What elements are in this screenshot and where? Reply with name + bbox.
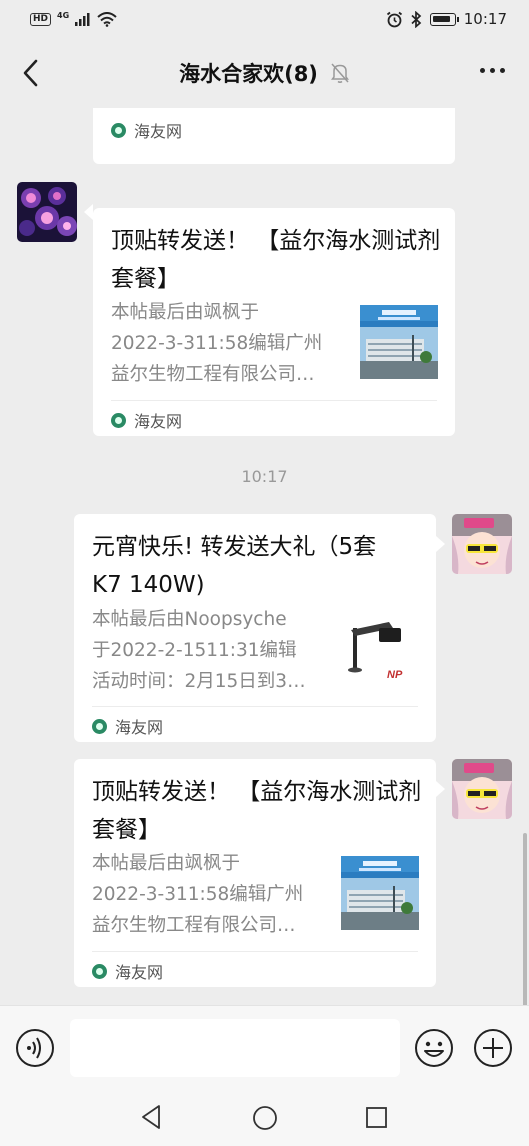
card-divider xyxy=(92,706,418,707)
battery-icon xyxy=(429,12,459,26)
chat-title[interactable]: 海水合家欢(8) xyxy=(179,58,318,88)
circle-home-icon[interactable] xyxy=(252,1105,278,1131)
avatar[interactable] xyxy=(452,759,512,819)
card-desc-line: 本帖最后由飒枫于 xyxy=(111,302,260,323)
plus-icon[interactable] xyxy=(473,1028,513,1068)
input-bar xyxy=(0,1005,529,1090)
status-time: 10:17 xyxy=(463,10,507,28)
card-title: 顶贴转发送！ 【益尔海水测试剂套餐】 xyxy=(111,228,441,292)
haiyou-logo-icon xyxy=(111,122,126,138)
timestamp: 10:17 xyxy=(241,467,288,486)
more-dots-icon[interactable] xyxy=(480,68,505,73)
haiyou-logo-icon xyxy=(111,412,126,428)
building-photo xyxy=(341,856,419,930)
card-desc: 本帖最后由飒枫于 2022-3-311:58编辑广州 益尔生物工程有限公司… xyxy=(111,297,347,390)
status-left: HD 4G xyxy=(30,10,117,27)
card-source: 海友网 xyxy=(92,714,163,738)
card-divider xyxy=(111,400,437,401)
source-label: 海友网 xyxy=(115,963,164,982)
status-bar: HD 4G 10:17 xyxy=(0,0,529,38)
chat-header: 海水合家欢(8) xyxy=(0,38,529,108)
aquarium-light-photo: NP xyxy=(341,614,419,688)
triangle-back-icon[interactable] xyxy=(140,1104,162,1130)
chevron-left-icon[interactable] xyxy=(16,56,46,90)
system-nav-bar xyxy=(0,1090,529,1146)
signal-icon xyxy=(75,12,90,26)
hd-badge: HD xyxy=(30,12,52,26)
network-type: 4G xyxy=(57,10,70,20)
source-label: 海友网 xyxy=(115,718,164,737)
link-card[interactable]: 顶贴转发送！ 【益尔海水测试剂套餐】 本帖最后由飒枫于 2022-3-311:5… xyxy=(93,208,455,436)
card-desc-line: 2022-3-311:58编辑广州 xyxy=(111,333,323,354)
alarm-icon xyxy=(386,11,402,27)
bluetooth-icon xyxy=(411,10,422,28)
card-title: 元宵快乐! 转发送大礼（5套 K7 140W) xyxy=(92,534,377,598)
source-label: 海友网 xyxy=(134,122,183,141)
avatar[interactable] xyxy=(452,514,512,574)
card-desc-line: 活动时间：2月15日到3… xyxy=(92,671,306,692)
bell-off-icon xyxy=(330,63,349,83)
emoji-icon[interactable] xyxy=(414,1028,454,1068)
bubble-arrow xyxy=(436,781,445,797)
avatar[interactable] xyxy=(17,182,77,242)
source-label: 海友网 xyxy=(134,412,183,431)
title-wrap: 海水合家欢(8) xyxy=(179,58,350,88)
haiyou-logo-icon xyxy=(92,963,107,979)
card-desc-line: 益尔生物工程有限公司… xyxy=(92,915,296,936)
card-desc-line: 于2022-2-1511:31编辑 xyxy=(92,640,297,661)
wifi-icon xyxy=(97,11,117,27)
bubble-arrow xyxy=(84,204,93,220)
message-input[interactable] xyxy=(70,1019,400,1077)
building-photo xyxy=(360,305,438,379)
card-desc: 本帖最后由飒枫于 2022-3-311:58编辑广州 益尔生物工程有限公司… xyxy=(92,848,328,941)
anime-avatar-icon xyxy=(452,759,512,819)
card-source: 海友网 xyxy=(92,959,163,983)
thumb-brand-text: NP xyxy=(387,669,403,681)
link-card[interactable]: 元宵快乐! 转发送大礼（5套 K7 140W) 本帖最后由Noopsyche 于… xyxy=(74,514,436,742)
bubble-arrow xyxy=(436,536,445,552)
card-desc-line: 本帖最后由飒枫于 xyxy=(92,853,241,874)
coral-avatar-icon xyxy=(17,182,77,242)
card-desc-line: 益尔生物工程有限公司… xyxy=(111,364,315,385)
status-right: 10:17 xyxy=(386,10,507,28)
haiyou-logo-icon xyxy=(92,718,107,734)
square-recent-icon[interactable] xyxy=(365,1106,388,1129)
card-desc-line: 本帖最后由Noopsyche xyxy=(92,609,287,630)
link-card[interactable]: 顶贴转发送！ 【益尔海水测试剂套餐】 本帖最后由飒枫于 2022-3-311:5… xyxy=(74,759,436,987)
card-title: 顶贴转发送！ 【益尔海水测试剂套餐】 xyxy=(92,779,422,843)
anime-avatar-icon xyxy=(452,514,512,574)
link-card-partial[interactable]: 海友网 xyxy=(93,108,455,164)
scrollbar[interactable] xyxy=(523,833,527,1005)
card-desc: 本帖最后由Noopsyche 于2022-2-1511:31编辑 活动时间：2月… xyxy=(92,604,328,697)
chat-area[interactable]: 海友网 顶贴转发送！ 【益尔海水测试剂套餐】 本帖最后由飒枫于 2022-3-3… xyxy=(0,108,529,1005)
card-source: 海友网 xyxy=(111,118,182,142)
voice-icon[interactable] xyxy=(15,1028,55,1068)
card-divider xyxy=(92,951,418,952)
card-source: 海友网 xyxy=(111,408,182,432)
card-desc-line: 2022-3-311:58编辑广州 xyxy=(92,884,304,905)
